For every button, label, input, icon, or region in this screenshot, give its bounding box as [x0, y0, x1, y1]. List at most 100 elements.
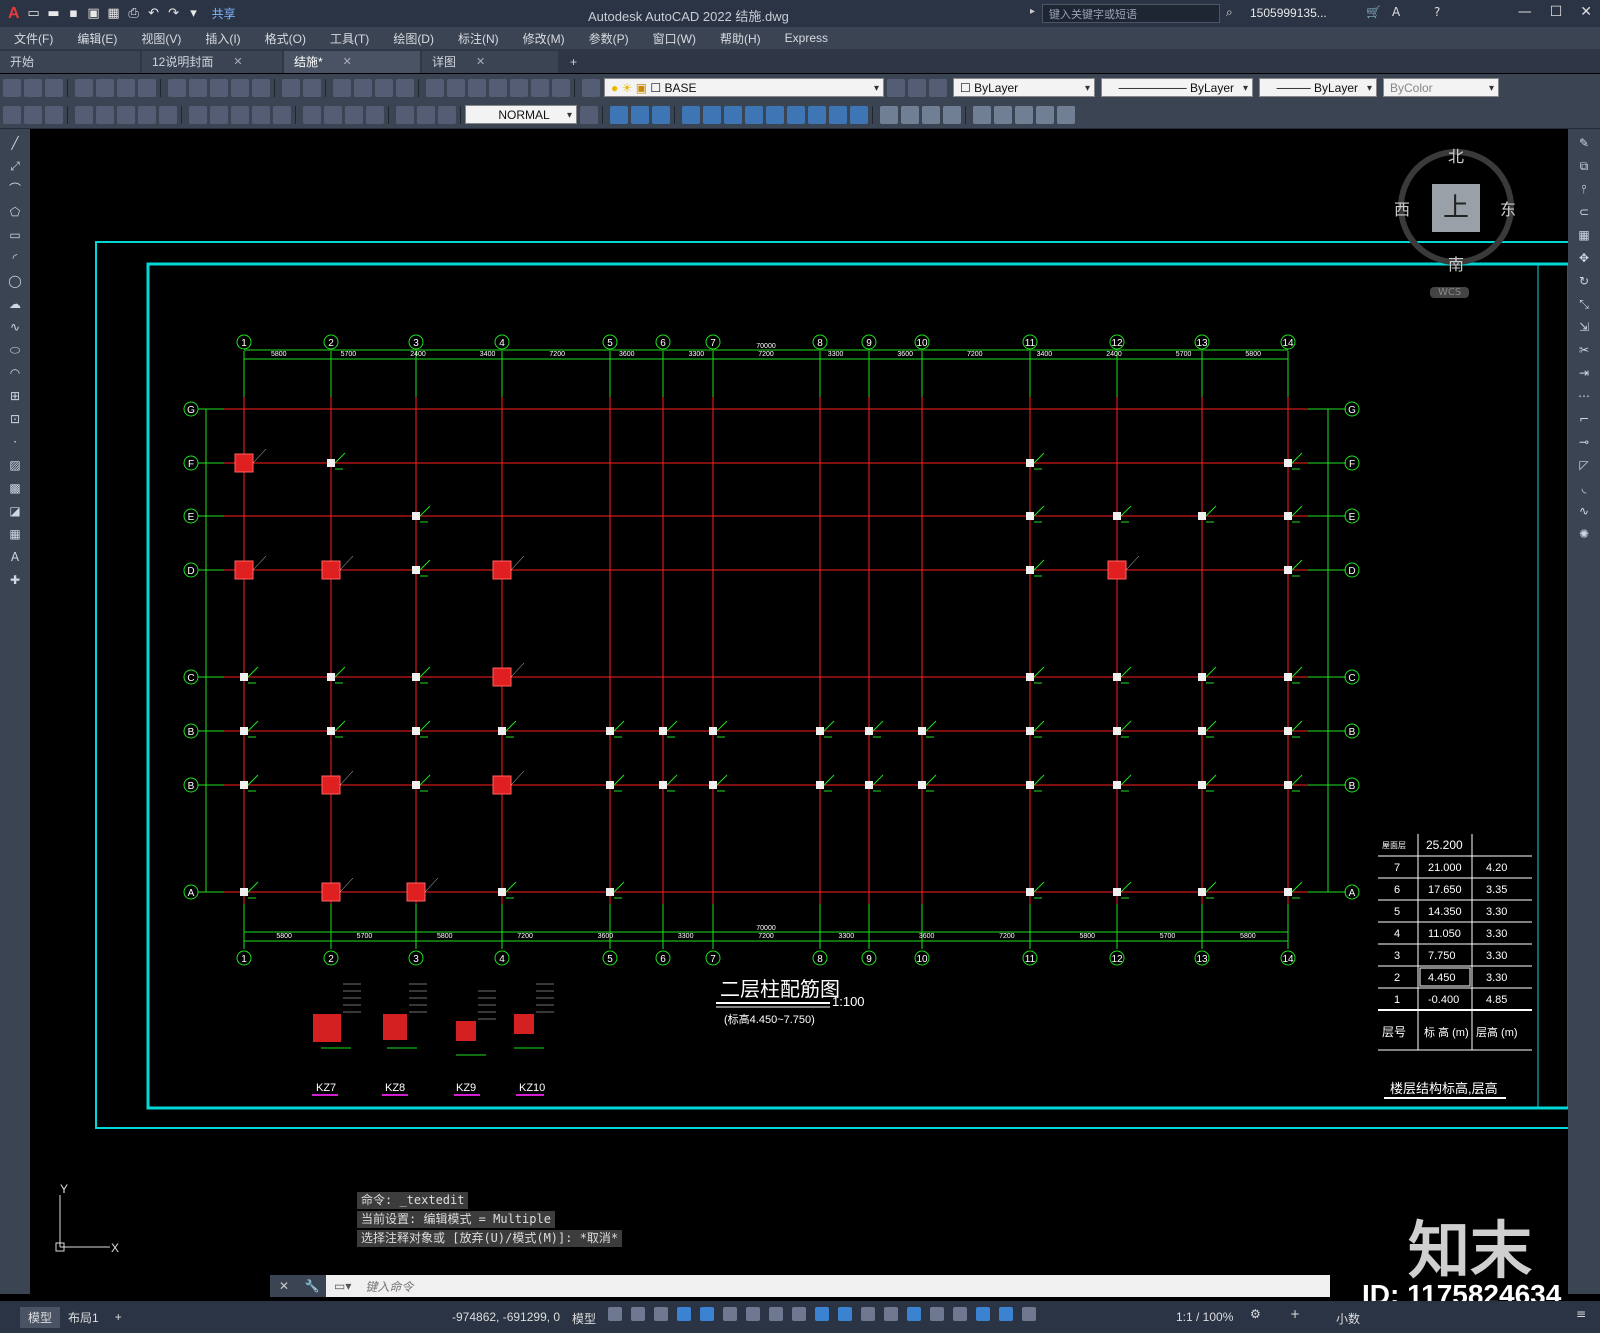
- close-icon[interactable]: ✕: [233, 51, 242, 73]
- construction-line-icon[interactable]: ⤢: [6, 157, 24, 175]
- menu-view[interactable]: 视图(V): [141, 30, 181, 47]
- compass-north[interactable]: 北: [1448, 143, 1464, 167]
- app-logo-icon[interactable]: A: [8, 5, 20, 23]
- drawing-canvas[interactable]: 1 1 2 2 3 3 4 4 5 5 6 6 7 7 8 8 9 9 10 10 11 11 12 12 13 13 14 14 A A…: [30, 129, 1568, 1294]
- help-icon[interactable]: ?: [1434, 5, 1440, 19]
- 3d-box-icon[interactable]: [610, 105, 628, 124]
- share-button[interactable]: 共享: [212, 5, 236, 22]
- close-cmd-icon[interactable]: ✕: [270, 1275, 298, 1297]
- mirror-icon[interactable]: ⫯: [1575, 180, 1593, 198]
- polyline-icon[interactable]: ⌒: [6, 180, 24, 198]
- dimstyle-dropdown[interactable]: NORMAL: [465, 105, 577, 125]
- layer-previous-icon[interactable]: [908, 78, 926, 97]
- revolve-icon[interactable]: [850, 105, 868, 124]
- zoom-window-icon[interactable]: [375, 78, 393, 97]
- tab-cover[interactable]: 12说明封面 ✕: [142, 51, 282, 73]
- 3d-move-icon[interactable]: [682, 105, 700, 124]
- gradient-icon[interactable]: ▩: [6, 479, 24, 497]
- trim-icon[interactable]: ✂: [1575, 341, 1593, 359]
- section-icon[interactable]: [808, 105, 826, 124]
- publish-icon[interactable]: [117, 78, 135, 97]
- object-snap-icon[interactable]: [792, 1307, 806, 1321]
- revcloud-icon[interactable]: ☁: [6, 295, 24, 313]
- ucs-icon[interactable]: [973, 105, 991, 124]
- open-icon[interactable]: ▬: [46, 6, 62, 22]
- quick-dim-icon[interactable]: [189, 105, 207, 124]
- tab-details[interactable]: 详图 ✕: [422, 51, 558, 73]
- menu-dimension[interactable]: 标注(N): [458, 30, 499, 47]
- dim-update-icon[interactable]: [438, 105, 456, 124]
- add-layout-icon[interactable]: +: [107, 1308, 130, 1326]
- close-icon[interactable]: ✕: [343, 51, 352, 73]
- properties-icon[interactable]: [426, 78, 444, 97]
- sheet-set-icon[interactable]: [489, 78, 507, 97]
- polar-icon[interactable]: [723, 1307, 737, 1321]
- paste-icon[interactable]: [210, 78, 228, 97]
- grid-icon[interactable]: [608, 1307, 622, 1321]
- cart-icon[interactable]: 🛒: [1366, 5, 1381, 19]
- dim-baseline-icon[interactable]: [210, 105, 228, 124]
- intersect-icon[interactable]: [922, 105, 940, 124]
- break-at-point-icon[interactable]: ⋯: [1575, 387, 1593, 405]
- 3d-array-icon[interactable]: [766, 105, 784, 124]
- layer-states-icon[interactable]: [929, 78, 947, 97]
- add-selected-icon[interactable]: ✚: [6, 571, 24, 589]
- dim-diameter-icon[interactable]: [138, 105, 156, 124]
- maximize-icon[interactable]: ☐: [1550, 4, 1563, 20]
- save-icon[interactable]: ▪: [66, 6, 82, 22]
- dim-style-icon[interactable]: [580, 105, 598, 124]
- workspace-gear-icon[interactable]: ⚙: [1250, 1307, 1261, 1321]
- offset-icon[interactable]: ⊂: [1575, 203, 1593, 221]
- selection-filter-icon[interactable]: [930, 1307, 944, 1321]
- redo-icon[interactable]: ↷: [166, 6, 182, 22]
- circle-icon[interactable]: ◯: [6, 272, 24, 290]
- 3d-cone-icon[interactable]: [652, 105, 670, 124]
- interfere-icon[interactable]: [943, 105, 961, 124]
- qnew-icon[interactable]: [3, 78, 21, 97]
- menu-draw[interactable]: 绘图(D): [393, 30, 434, 47]
- search-icon[interactable]: ⌕: [1226, 5, 1233, 20]
- ellipse-icon[interactable]: ⬭: [6, 341, 24, 359]
- make-current-icon[interactable]: [887, 78, 905, 97]
- cut-icon[interactable]: [168, 78, 186, 97]
- inspect-icon[interactable]: [345, 105, 363, 124]
- dim-ordinate-icon[interactable]: [75, 105, 93, 124]
- dim-break-icon[interactable]: [273, 105, 291, 124]
- blend-curves-icon[interactable]: ∿: [1575, 502, 1593, 520]
- undo-icon[interactable]: [282, 78, 300, 97]
- plotstyle-dropdown[interactable]: ByColor: [1383, 78, 1499, 98]
- table-icon[interactable]: ▦: [6, 525, 24, 543]
- close-icon[interactable]: ✕: [1580, 4, 1592, 20]
- redo-icon[interactable]: [303, 78, 321, 97]
- new-icon[interactable]: ▭: [26, 6, 42, 22]
- print-icon[interactable]: ⎙: [126, 6, 142, 22]
- block-editor-icon[interactable]: [252, 78, 270, 97]
- menu-insert[interactable]: 插入(I): [205, 30, 240, 47]
- dim-space-icon[interactable]: [252, 105, 270, 124]
- transparency-icon[interactable]: [838, 1307, 852, 1321]
- save-as-icon[interactable]: ▣: [86, 6, 102, 22]
- save-icon[interactable]: [45, 78, 63, 97]
- undo-icon[interactable]: ↶: [146, 6, 162, 22]
- menu-format[interactable]: 格式(O): [265, 30, 306, 47]
- object-snap-tracking-icon[interactable]: [769, 1307, 783, 1321]
- layer-dropdown[interactable]: ● ☀ ▣ ☐ BASE: [604, 78, 884, 98]
- search-input[interactable]: 键入关键字或短语: [1042, 4, 1220, 23]
- compass-east[interactable]: 东: [1500, 196, 1516, 220]
- menu-help[interactable]: 帮助(H): [720, 30, 761, 47]
- line-icon[interactable]: ╱: [6, 134, 24, 152]
- units-button[interactable]: 小数: [1336, 1310, 1360, 1327]
- customize-icon[interactable]: 🔧: [298, 1275, 326, 1297]
- union-icon[interactable]: [880, 105, 898, 124]
- move-icon[interactable]: ✥: [1575, 249, 1593, 267]
- ucs-face-icon[interactable]: [1036, 105, 1054, 124]
- menu-tools[interactable]: 工具(T): [330, 30, 369, 47]
- annotation-scale[interactable]: 1:1 / 100%: [1176, 1310, 1233, 1324]
- dim-text-edit-icon[interactable]: [417, 105, 435, 124]
- layer-properties-icon[interactable]: [582, 78, 600, 97]
- chamfer-icon[interactable]: ◸: [1575, 456, 1593, 474]
- command-input[interactable]: 键入命令: [365, 1278, 413, 1295]
- new-tab-button[interactable]: +: [560, 51, 598, 73]
- help-icon[interactable]: [552, 78, 570, 97]
- isodraft-icon[interactable]: [746, 1307, 760, 1321]
